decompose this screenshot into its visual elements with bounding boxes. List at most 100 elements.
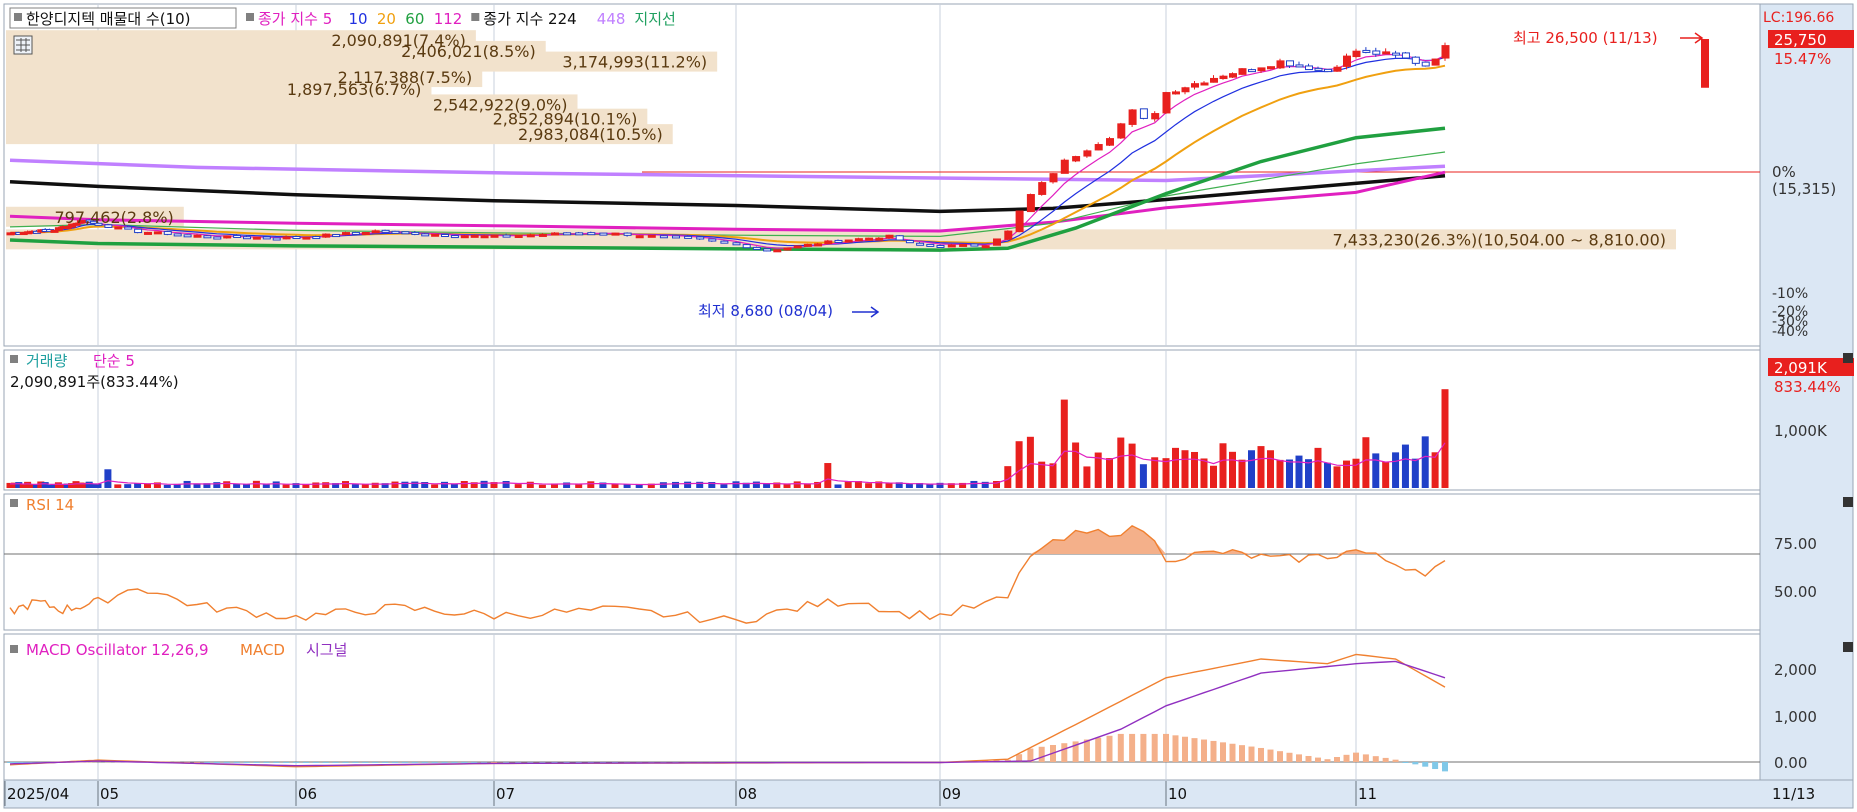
candle-up [282, 236, 291, 240]
rsi-tick-75: 75.00 [1774, 535, 1817, 553]
volume-bar [1060, 399, 1068, 488]
legend-item[interactable]: 60 [405, 10, 424, 28]
candle-down [696, 236, 705, 240]
candle-up [647, 234, 656, 238]
candle-up [1106, 138, 1114, 146]
candle-down [1295, 64, 1304, 68]
x-axis-label: 10 [1168, 785, 1187, 803]
candle-up [611, 232, 620, 236]
macd-tick-1000: 1,000 [1774, 708, 1817, 726]
candle-up [865, 237, 874, 241]
candle-up [114, 226, 123, 230]
macd-histogram-bar [1324, 759, 1331, 762]
legend-item[interactable]: 종가 지수 5 [258, 10, 332, 28]
volume-bar [526, 481, 534, 488]
volume-bar [1257, 446, 1265, 488]
candle-down [134, 228, 143, 234]
macd-histogram-bar [1172, 735, 1179, 762]
volume-bar [1267, 450, 1274, 488]
candle-down [203, 235, 212, 239]
volume-bar [1191, 451, 1198, 488]
volume-bar [684, 481, 692, 488]
legend-item[interactable]: 10 [349, 10, 368, 28]
macd-histogram-bar [1083, 739, 1090, 762]
macd-histogram-bar [223, 762, 230, 763]
candle-down [916, 242, 925, 246]
volume-bar [262, 484, 270, 488]
macd-histogram-bar [332, 762, 339, 763]
macd-osc-title[interactable]: MACD Oscillator 12,26,9 [26, 641, 209, 659]
zero-pct-label: 0% [1772, 163, 1796, 181]
candle-up [1172, 91, 1180, 95]
candle-up [947, 244, 956, 248]
volume-profile-label: 7,433,230(26.3%)(10,504.00 ~ 8,810.00) [1333, 230, 1666, 249]
candle-up [1191, 83, 1199, 88]
legend-item[interactable]: 종가 지수 224 [483, 10, 576, 28]
macd-tick-2000: 2,000 [1774, 661, 1817, 679]
volume-bar [1392, 452, 1400, 488]
legend-item[interactable]: 112 [434, 10, 463, 28]
volume-profile-label: 797,462(2.8%) [54, 208, 173, 227]
candle-up [514, 234, 523, 238]
macd-histogram-bar [1239, 745, 1245, 762]
x-axis-label: 11 [1358, 785, 1377, 803]
macd-histogram-bar [1151, 733, 1158, 762]
macd-close-icon[interactable] [1843, 642, 1853, 652]
macd-title[interactable]: MACD [240, 641, 285, 659]
macd-histogram-bar [451, 762, 458, 763]
legend-item[interactable]: 20 [377, 10, 396, 28]
volume-ma-label[interactable]: 단순 5 [93, 352, 135, 370]
macd-histogram-bar [382, 762, 389, 763]
stock-title[interactable]: 한양디지텍 매물대 수(10) [26, 10, 191, 28]
volume-bar [114, 484, 122, 488]
signal-title[interactable]: 시그널 [306, 641, 347, 659]
volume-bar [720, 484, 728, 488]
volume-bar [272, 481, 280, 488]
rsi-title[interactable]: RSI 14 [26, 496, 74, 514]
volume-bar [411, 481, 419, 488]
legend-item[interactable]: 448 [597, 10, 626, 28]
volume-bar [752, 481, 760, 488]
candle-up [959, 243, 968, 247]
candle-up [153, 231, 162, 235]
volume-bar [342, 481, 349, 488]
candle-up [981, 245, 990, 249]
macd-histogram-bar [322, 762, 329, 763]
volume-bar [322, 482, 330, 488]
candle-down [381, 229, 390, 233]
x-axis-label: 05 [100, 785, 119, 803]
candle-down [163, 231, 172, 235]
macd-histogram-bar [372, 762, 379, 763]
volume-bar [1083, 466, 1091, 488]
macd-histogram-bar [1191, 738, 1198, 762]
volume-bar [213, 482, 221, 488]
candle-up [470, 234, 479, 238]
volume-bar [1210, 465, 1217, 488]
volume-last-pct: 833.44% [1774, 378, 1841, 396]
volume-bar [1151, 457, 1159, 488]
volume-title[interactable]: 거래량 [26, 352, 68, 370]
candle-up [1219, 75, 1228, 80]
volume-bar [1333, 466, 1341, 488]
macd-histogram-bar [1334, 757, 1340, 762]
candle-up [1276, 60, 1285, 69]
rsi-close-icon[interactable] [1843, 497, 1853, 507]
candle-up [480, 235, 489, 239]
x-axis-label: 07 [496, 785, 515, 803]
macd-histogram-bar [401, 762, 408, 763]
candle-up [490, 234, 499, 238]
volume-bar [1026, 436, 1034, 488]
macd-histogram-bar [362, 762, 369, 763]
macd-histogram-bar [213, 762, 220, 763]
volume-bar [834, 484, 842, 488]
macd-histogram-bar [1106, 735, 1113, 762]
volume-bar [1441, 389, 1449, 488]
legend-item[interactable]: 지지선 [634, 10, 675, 28]
candle-up [1229, 73, 1237, 78]
candle-down [332, 234, 341, 238]
volume-bar [1372, 453, 1380, 488]
candle-down [926, 243, 935, 247]
volume-close-icon[interactable] [1843, 353, 1853, 363]
macd-histogram-bar [1382, 757, 1389, 762]
macd-histogram-bar [1129, 733, 1136, 762]
